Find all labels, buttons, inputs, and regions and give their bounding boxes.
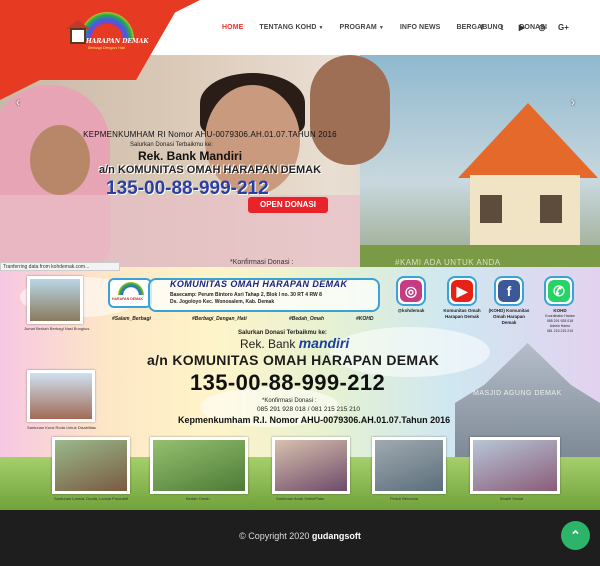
hashtag: #Bedah_Omah (289, 316, 325, 322)
slider-next-icon[interactable]: › (571, 95, 575, 109)
hashtag: #Salam_Berbagi (112, 316, 151, 322)
back-to-top-button[interactable]: ⌃ (561, 521, 590, 550)
photo-bhakti-sosial (470, 437, 560, 494)
banner-basecamp: Basecamp: Perum Bintoro Asri Tahap 2, Bl… (170, 292, 322, 298)
photo-santunan-lansia (52, 437, 130, 494)
donate-account-holder: a/n KOMUNITAS OMAH HARAPAN DEMAK (147, 352, 440, 368)
copyright-prefix: © Copyright 2020 (239, 531, 310, 541)
photo-bedah-omah (150, 437, 248, 494)
hero-house-roof (458, 103, 598, 178)
youtube-badge: ▶ (447, 276, 477, 306)
social-links: f t ▶ ◎ G+ (478, 0, 578, 55)
photo-caption: Bhakti Sosial (500, 496, 524, 501)
hero-bank: Rek. Bank Mandiri (138, 149, 243, 163)
facebook-icon[interactable]: f (478, 23, 486, 32)
open-donasi-badge: OPEN DONASI (248, 197, 328, 213)
donate-bank-prefix: Rek. Bank (240, 337, 296, 351)
instagram-icon[interactable]: ◎ (538, 23, 546, 32)
facebook-badge: f (494, 276, 524, 306)
whatsapp-contact: Koordinator Harian 085 291 928 018 Admin… (540, 314, 580, 334)
photo-caption: Peduli Bencana (390, 496, 419, 501)
mandiri-logo: mandiri (298, 335, 350, 351)
hero-house-window (540, 195, 562, 223)
youtube-icon: ▶ (451, 280, 473, 302)
banner-logo: HARAPAN DEMAK (108, 278, 152, 308)
photo-caption: Bedah Omah (186, 496, 210, 501)
hero-registration: KEPMENKUMHAM RI Nomor AHU-0079306.AH.01.… (83, 130, 337, 139)
photo-jumat-berkah (27, 276, 83, 324)
hero-account-holder: a/n KOMUNITAS OMAH HARAPAN DEMAK (98, 164, 322, 176)
nav-program[interactable]: PROGRAM ▼ (340, 24, 384, 31)
nav-tentang-kohd[interactable]: TENTANG KOHD ▼ (259, 24, 323, 31)
nav-info-news[interactable]: INFO NEWS (400, 24, 441, 31)
logo-subtitle: Berbagi Dengan Hati (88, 45, 126, 50)
caret-down-icon: ▼ (318, 25, 324, 31)
copyright-brand[interactable]: gudangsoft (312, 531, 361, 541)
hero-caption: KEPMENKUMHAM RI Nomor AHU-0079306.AH.01.… (60, 130, 360, 200)
photo-peduli-bencana (372, 437, 446, 494)
donate-phones: 085 291 928 018 / 081 215 215 210 (257, 406, 361, 413)
site-logo[interactable]: HARAPAN DEMAK Berbagi Dengan Hati (64, 12, 149, 60)
donate-registration: Kepmenkumham R.I. Nomor AHU-0079306.AH.0… (178, 415, 451, 425)
youtube-icon[interactable]: ▶ (518, 23, 526, 32)
whatsapp-badge: ✆ (544, 276, 574, 306)
hero-confirm: *Konfirmasi Donasi : (230, 259, 294, 266)
banner-address: Ds. Jogoloyo Kec. Wonosalem, Kab. Demak (170, 299, 275, 305)
youtube-label: Komunitas Omah Harapan Demak (443, 308, 481, 319)
twitter-icon[interactable]: t (498, 23, 506, 32)
nav-home[interactable]: HOME (222, 24, 243, 31)
banner-title: KOMUNITAS OMAH HARAPAN DEMAK (170, 279, 348, 289)
footer: © Copyright 2020 gudangsoft (0, 510, 600, 566)
logo-title: HARAPAN DEMAK (86, 38, 149, 45)
donate-bank: Rek. Bank mandiri (240, 335, 349, 351)
whatsapp-icon: ✆ (548, 280, 570, 302)
whatsapp-contact-line: 081 215 215 210 (546, 329, 574, 333)
photo-caption: Santunan Anak Yatim/Piatu (276, 496, 325, 501)
hero-channel: Salurkan Donasi Terbaikmu ke: (130, 142, 213, 148)
hero-watermark: #KAMI ADA UNTUK ANDA (395, 258, 501, 267)
instagram-icon: ◎ (400, 280, 422, 302)
instagram-badge: ◎ (396, 276, 426, 306)
photo-anak-yatim (272, 437, 350, 494)
mosque-label: MASJID AGUNG DEMAK (473, 390, 562, 397)
copyright: © Copyright 2020 gudangsoft (0, 531, 600, 541)
facebook-icon: f (498, 280, 520, 302)
photo-caption: Jumat Berkah Berbagi Nasi Bungkus (24, 326, 90, 331)
instagram-label: @kohdemak (397, 308, 425, 313)
facebook-label: (KOHD) Komunitas Omah Harapan Demak (488, 308, 530, 325)
banner-logo-text: HARAPAN DEMAK (112, 297, 144, 301)
rainbow-icon (118, 282, 144, 295)
hashtag: #Berbagi_Dengan_Hati (192, 316, 247, 322)
hero-house-window (480, 195, 502, 223)
hashtag: #KOHD (356, 316, 374, 322)
google-plus-icon[interactable]: G+ (558, 23, 569, 32)
photo-kursi-roda (27, 370, 95, 422)
donate-account-number: 135-00-88-999-212 (190, 370, 386, 395)
house-icon (70, 28, 86, 44)
donate-confirm-label: *Konfirmasi Donasi : (262, 398, 317, 404)
browser-status-bar: Tranferring data from kohdemak.com... (0, 262, 120, 271)
photo-caption: Santunan Kursi Roda Untuk Disabilitas (27, 425, 96, 430)
photo-caption: Santunan Lansia, Duafa, Lansia Produktif (54, 496, 128, 501)
caret-down-icon: ▼ (378, 25, 384, 31)
